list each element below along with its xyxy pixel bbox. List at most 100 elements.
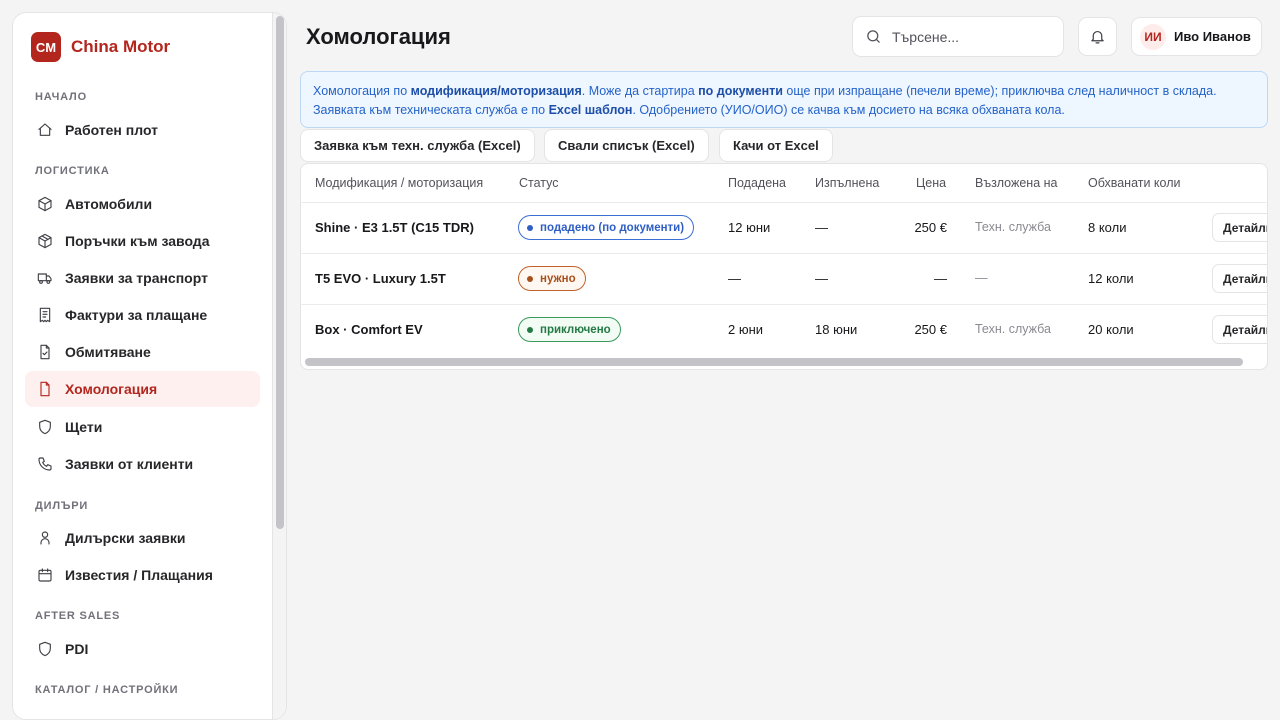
tech-service-request-button[interactable]: Заявка към техн. служба (Excel) xyxy=(300,129,535,162)
shield-icon xyxy=(37,419,53,435)
sidebar-item-label: Щети xyxy=(65,419,103,435)
box-icon xyxy=(37,196,53,212)
sidebar-item-invoices[interactable]: Фактури за плащане xyxy=(25,297,260,333)
sidebar-item-pdi[interactable]: PDI xyxy=(25,631,260,667)
details-button[interactable]: Детайли xyxy=(1212,264,1267,293)
sidebar-item-label: Заявки от клиенти xyxy=(65,456,194,472)
table-row[interactable]: Box · Comfort EV приключено 2 юни 18 юни… xyxy=(301,304,1267,355)
package-icon xyxy=(37,233,53,249)
truck-icon xyxy=(37,270,53,286)
table-horizontal-scrollbar[interactable] xyxy=(305,358,1243,366)
assignee-cell: Техн. служба xyxy=(975,322,1051,336)
sidebar-item-factory-orders[interactable]: Поръчки към завода xyxy=(25,223,260,259)
column-header-model[interactable]: Модификация / моторизация xyxy=(315,176,483,190)
submitted-cell: — xyxy=(728,271,741,286)
sidebar-section-after-sales: After sales xyxy=(35,610,121,622)
details-button[interactable]: Детайли xyxy=(1212,213,1267,242)
price-cell: — xyxy=(934,271,947,286)
status-label: подадено (по документи) xyxy=(540,221,685,234)
price-cell: 250 € xyxy=(914,322,947,337)
sidebar-item-damages[interactable]: Щети xyxy=(25,409,260,445)
banner-text: . Може да стартира xyxy=(581,84,699,98)
upload-excel-button[interactable]: Качи от Excel xyxy=(719,129,833,162)
sidebar-item-label: Известия / Плащания xyxy=(65,567,213,583)
submitted-cell: 2 юни xyxy=(728,322,764,337)
sidebar: CM China Motor Начало Работен плот Логис… xyxy=(12,12,287,720)
sidebar-section-catalog: Каталог / Настройки xyxy=(35,684,179,696)
sidebar-section-logistics: Логистика xyxy=(35,165,110,177)
status-badge: нужно xyxy=(518,266,586,291)
sidebar-item-label: Автомобили xyxy=(65,196,153,212)
banner-emphasis: модификация/моторизация xyxy=(410,84,582,98)
sidebar-section-dealers: Дилъри xyxy=(35,500,89,512)
download-list-button[interactable]: Свали списък (Excel) xyxy=(544,129,709,162)
sidebar-item-notices-payments[interactable]: Известия / Плащания xyxy=(25,557,260,593)
sidebar-item-label: Хомологация xyxy=(65,381,158,397)
shield-icon xyxy=(37,641,53,657)
sidebar-item-cars[interactable]: Автомобили xyxy=(25,186,260,222)
calendar-icon xyxy=(37,567,53,583)
column-header-status[interactable]: Статус xyxy=(519,176,559,190)
column-header-cars[interactable]: Обхванати коли xyxy=(1088,176,1181,190)
sidebar-scrollbar[interactable] xyxy=(276,16,284,529)
completed-cell: 18 юни xyxy=(815,322,858,337)
model-cell: T5 EVO · Luxury 1.5T xyxy=(315,271,446,286)
sidebar-item-label: Поръчки към завода xyxy=(65,233,210,249)
column-header-assignee[interactable]: Възложена на xyxy=(975,176,1057,190)
table-row[interactable]: T5 EVO · Luxury 1.5T нужно — — — — 12 ко… xyxy=(301,253,1267,304)
sidebar-item-dealer-requests[interactable]: Дилърски заявки xyxy=(25,520,260,556)
user-name: Иво Иванов xyxy=(1174,29,1251,44)
banner-emphasis: Excel шаблон xyxy=(548,103,633,117)
sidebar-item-label: Обмитяване xyxy=(65,344,151,360)
file-check-icon xyxy=(37,344,53,360)
info-banner: Хомологация по модификация/моторизация. … xyxy=(300,71,1268,128)
file-icon xyxy=(37,381,53,397)
sidebar-item-label: Заявки за транспорт xyxy=(65,270,208,286)
search-icon xyxy=(867,30,880,43)
avatar: ИИ xyxy=(1140,23,1166,50)
brand[interactable]: CM China Motor xyxy=(31,32,170,62)
sidebar-item-label: Дилърски заявки xyxy=(65,530,186,546)
model-cell: Shine · E3 1.5T (C15 TDR) xyxy=(315,220,474,235)
user-icon xyxy=(37,530,53,546)
search-box[interactable] xyxy=(852,16,1064,57)
sidebar-item-transport-requests[interactable]: Заявки за транспорт xyxy=(25,260,260,296)
brand-name: China Motor xyxy=(71,37,171,56)
sidebar-item-homologation[interactable]: Хомологация xyxy=(25,371,260,407)
price-cell: 250 € xyxy=(914,220,947,235)
home-icon xyxy=(37,122,53,138)
sidebar-item-dashboard[interactable]: Работен плот xyxy=(25,112,260,148)
table-row[interactable]: Shine · E3 1.5T (C15 TDR) подадено (по д… xyxy=(301,202,1267,253)
banner-emphasis: по документи xyxy=(698,84,783,98)
sidebar-item-label: Фактури за плащане xyxy=(65,307,208,323)
status-label: нужно xyxy=(540,272,576,285)
column-header-completed[interactable]: Изпълнена xyxy=(815,176,879,190)
cars-cell: 12 коли xyxy=(1088,271,1134,286)
sidebar-item-customs[interactable]: Обмитяване xyxy=(25,334,260,370)
user-menu[interactable]: ИИ Иво Иванов xyxy=(1131,17,1262,56)
status-dot xyxy=(527,224,533,231)
column-header-submitted[interactable]: Подадена xyxy=(728,176,786,190)
bell-icon xyxy=(1091,30,1104,44)
page-title: Хомологация xyxy=(306,24,451,49)
assignee-cell: Техн. служба xyxy=(975,220,1051,234)
submitted-cell: 12 юни xyxy=(728,220,771,235)
completed-cell: — xyxy=(815,220,828,235)
cars-cell: 20 коли xyxy=(1088,322,1134,337)
sidebar-item-label: PDI xyxy=(65,641,89,657)
sidebar-scroll-track[interactable] xyxy=(272,13,286,719)
column-header-price[interactable]: Цена xyxy=(916,176,946,190)
brand-logo: CM xyxy=(31,32,61,62)
sidebar-content: CM China Motor Начало Работен плот Логис… xyxy=(13,13,273,719)
search-input[interactable] xyxy=(892,28,1052,45)
status-badge: приключено xyxy=(518,317,621,342)
status-dot xyxy=(527,326,533,333)
notifications-button[interactable] xyxy=(1078,17,1117,56)
cars-cell: 8 коли xyxy=(1088,220,1127,235)
banner-text: . Одобрението (УИО/ОИО) се качва към дос… xyxy=(632,103,1065,117)
details-button[interactable]: Детайли xyxy=(1212,315,1267,344)
assignee-cell: — xyxy=(975,271,988,285)
sidebar-item-client-requests[interactable]: Заявки от клиенти xyxy=(25,446,260,482)
sidebar-section-home: Начало xyxy=(35,91,87,103)
homologation-table: Модификация / моторизация Статус Подаден… xyxy=(300,163,1268,370)
